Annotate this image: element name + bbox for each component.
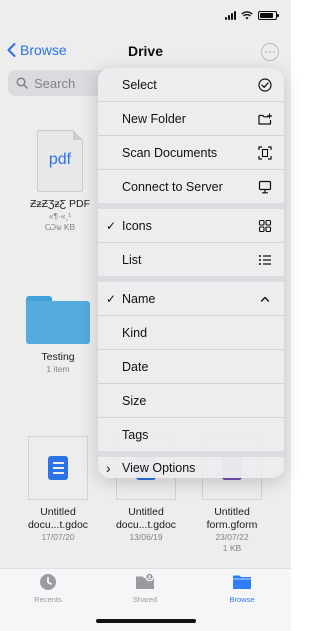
menu-item-label: Name <box>122 291 156 306</box>
menu-item-connect-to-server[interactable]: Connect to Server <box>98 170 284 203</box>
menu-item-list[interactable]: List <box>98 243 284 276</box>
doc-viewfinder-icon <box>258 145 272 160</box>
menu-item-label: Kind <box>122 325 148 340</box>
menu-item-label: Connect to Server <box>122 179 223 194</box>
display-icon <box>258 180 272 194</box>
menu-item-label: Size <box>122 393 147 408</box>
checkmark-circle-icon <box>258 77 272 92</box>
menu-item-sort-kind[interactable]: Kind <box>98 316 284 349</box>
menu-item-new-folder[interactable]: New Folder <box>98 102 284 135</box>
chevron-up-icon <box>258 292 272 306</box>
menu-item-label: Date <box>122 359 149 374</box>
tab-label: Shared <box>132 595 158 604</box>
menu-item-label: Tags <box>122 427 149 442</box>
menu-item-label: Select <box>122 77 157 92</box>
tab-browse[interactable]: Browse <box>212 573 272 604</box>
tab-label: Browse <box>229 595 255 604</box>
menu-item-label: View Options <box>122 460 196 475</box>
tab-shared[interactable]: Shared <box>115 573 175 604</box>
menu-item-sort-tags[interactable]: Tags <box>98 418 284 451</box>
tab-label: Recents <box>34 595 62 604</box>
tab-recents[interactable]: Recents <box>18 573 78 604</box>
drive-options-menu: Select New Folder Scan Documents Connect… <box>98 68 284 478</box>
list-bullet-icon <box>258 253 272 267</box>
checkmark-icon: ✓ <box>106 218 117 233</box>
menu-item-label: Icons <box>122 218 152 233</box>
menu-item-icons[interactable]: ✓ Icons <box>98 209 284 242</box>
folder-badge-plus-icon <box>258 112 272 126</box>
menu-item-sort-size[interactable]: Size <box>98 384 284 417</box>
menu-item-sort-name[interactable]: ✓ Name <box>98 282 284 315</box>
menu-item-label: List <box>122 252 142 267</box>
menu-item-select[interactable]: Select <box>98 68 284 101</box>
clock-icon <box>40 574 56 590</box>
folder-fill-icon <box>233 575 251 589</box>
menu-item-label: New Folder <box>122 111 186 126</box>
menu-item-label: Scan Documents <box>122 145 218 160</box>
checkmark-icon: ✓ <box>106 291 117 306</box>
chevron-right-icon: › <box>106 459 111 476</box>
home-indicator <box>96 619 196 623</box>
tab-bar: Recents Shared Browse <box>0 568 291 631</box>
square-grid-icon <box>258 219 272 233</box>
menu-item-sort-date[interactable]: Date <box>98 350 284 383</box>
menu-item-scan-documents[interactable]: Scan Documents <box>98 136 284 169</box>
menu-item-view-options[interactable]: › View Options <box>98 457 284 478</box>
shared-folder-icon <box>136 573 154 589</box>
